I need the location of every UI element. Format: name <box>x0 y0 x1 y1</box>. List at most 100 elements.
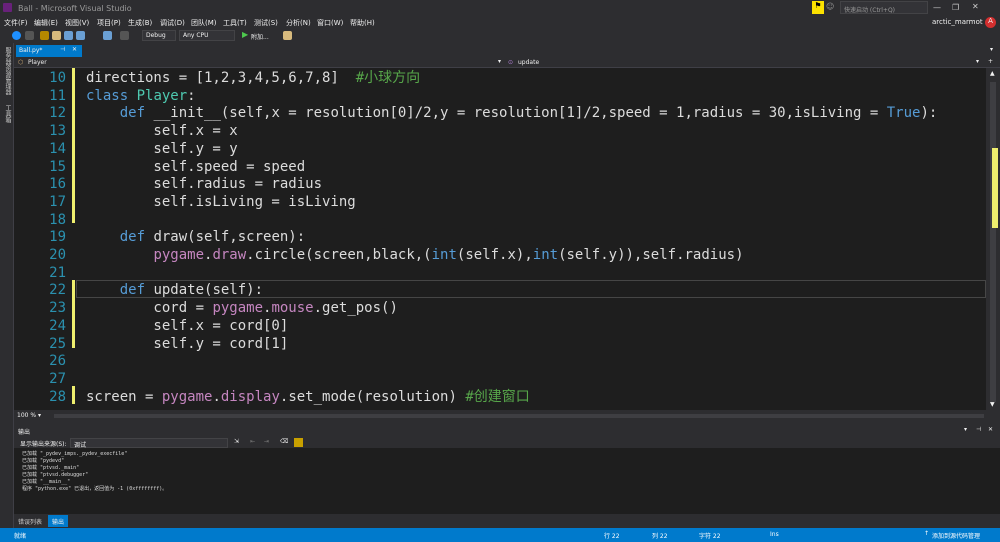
code-line: 11 class Player: <box>14 88 986 106</box>
user-name[interactable]: arctic_marmot <box>932 18 983 26</box>
platform-select[interactable]: Any CPU <box>179 30 235 41</box>
clear-all-icon[interactable]: ⌫ <box>280 438 288 445</box>
output-line: 已加载 "ptvsd.debugger" <box>22 472 89 478</box>
nav-right-dropdown-icon[interactable]: ▾ <box>976 58 979 65</box>
minimize-button[interactable]: — <box>933 3 941 12</box>
split-icon[interactable]: + <box>988 58 993 65</box>
menu-analyze[interactable]: 分析(N) <box>286 18 311 28</box>
save-all-icon[interactable] <box>76 31 85 40</box>
class-icon: ⬡ <box>18 59 24 66</box>
nav-class-select[interactable]: Player <box>28 59 47 66</box>
code-text: self.x = cord[0] <box>86 317 289 334</box>
menu-test[interactable]: 测试(S) <box>254 18 278 28</box>
nav-member-select[interactable]: update <box>518 59 539 66</box>
add-to-source-control[interactable]: 添加到源代码管理 <box>932 531 980 540</box>
start-icon[interactable]: ▶ <box>242 30 248 39</box>
output-source-bar: 显示输出来源(S): 调试 ⇲ ⇤ ⇥ ⌫ <box>14 437 1000 449</box>
attach-button[interactable]: 附加... <box>251 32 269 41</box>
menu-project[interactable]: 项目(P) <box>97 18 121 28</box>
line-number: 12 <box>49 105 66 122</box>
menu-help[interactable]: 帮助(H) <box>350 18 375 28</box>
line-number: 16 <box>49 176 66 193</box>
zoom-bar: 100 % ▾ <box>14 410 1000 422</box>
nav-left-dropdown-icon[interactable]: ▾ <box>498 58 501 65</box>
line-number: 15 <box>49 158 66 175</box>
menu-edit[interactable]: 编辑(E) <box>34 18 58 28</box>
code-line: 23 cord = pygame.mouse.get_pos() <box>14 300 986 318</box>
output-title: 输出 <box>18 429 31 436</box>
menu-tools[interactable]: 工具(T) <box>223 18 247 28</box>
redo-icon[interactable] <box>120 31 129 40</box>
menu-window[interactable]: 窗口(W) <box>317 18 343 28</box>
new-project-icon[interactable] <box>40 31 49 40</box>
zoom-level[interactable]: 100 % <box>17 412 36 419</box>
toolbox-tab[interactable]: 工具箱 <box>3 105 12 123</box>
save-icon[interactable] <box>64 31 73 40</box>
quick-launch-input[interactable]: 快速启动 (Ctrl+Q) <box>840 1 928 14</box>
scroll-down-icon[interactable]: ▼ <box>990 401 995 408</box>
line-number: 18 <box>49 211 66 228</box>
tab-ball-py[interactable]: Ball.py* ⊣ ✕ <box>16 45 82 57</box>
pin-icon[interactable]: ⊣ <box>60 46 65 53</box>
output-line: 已加载 "__main__" <box>22 479 71 485</box>
horizontal-scrollbar[interactable] <box>54 414 984 418</box>
config-select[interactable]: Debug <box>142 30 176 41</box>
code-line: 18 <box>14 212 986 230</box>
line-number: 28 <box>49 388 66 405</box>
forward-icon[interactable] <box>25 31 34 40</box>
menu-view[interactable]: 视图(V) <box>65 18 89 28</box>
status-insert-mode: Ins <box>770 531 779 538</box>
notification-flag-icon[interactable]: ⚑ <box>812 1 824 14</box>
menu-build[interactable]: 生成(B) <box>128 18 152 28</box>
feedback-icon[interactable]: ☺ <box>826 2 834 11</box>
line-number: 17 <box>49 193 66 210</box>
close-button[interactable]: ✕ <box>972 2 979 11</box>
code-editor[interactable]: 10 directions = [1,2,3,4,5,6,7,8] #小球方向 11… <box>14 68 986 410</box>
code-text: def draw(self,screen): <box>119 229 306 246</box>
status-ready: 就绪 <box>14 533 27 540</box>
code-text: self.y = y <box>86 140 238 157</box>
menu-file[interactable]: 文件(F) <box>4 18 28 28</box>
code-line: 17 self.isLiving = isLiving <box>14 194 986 212</box>
line-number: 10 <box>49 70 66 86</box>
server-explorer-tab[interactable]: 服务器资源管理器 <box>3 47 12 95</box>
code-comment: #创建窗口 <box>465 388 530 405</box>
editor-vertical-scrollbar[interactable]: ▲ ▼ <box>986 68 1000 410</box>
menu-debug[interactable]: 调试(D) <box>160 18 185 28</box>
menu-team[interactable]: 团队(M) <box>191 18 217 28</box>
prev-message-icon[interactable]: ⇤ <box>250 438 255 445</box>
output-panel-header: 输出 ▾ ⊣ ✕ <box>14 425 1000 437</box>
back-icon[interactable] <box>12 31 21 40</box>
panel-menu-icon[interactable]: ▾ <box>964 426 967 433</box>
code-text: self.isLiving = isLiving <box>86 193 356 210</box>
scrollbar-track[interactable] <box>990 82 996 402</box>
avatar[interactable]: A <box>985 17 996 28</box>
code-comment: #小球方向 <box>355 70 421 86</box>
output-line: 程序 "python.exe" 已退出，返回值为 -1 (0xffffffff)… <box>22 486 168 492</box>
undo-icon[interactable] <box>103 31 112 40</box>
panel-close-icon[interactable]: ✕ <box>988 426 993 433</box>
code-line: 10 directions = [1,2,3,4,5,6,7,8] #小球方向 <box>14 70 986 88</box>
open-file-icon[interactable] <box>52 31 61 40</box>
next-message-icon[interactable]: ⇥ <box>264 438 269 445</box>
output-text[interactable]: 已加载 "_pydev_imps._pydev_execfile" 已加载 "p… <box>14 448 1000 514</box>
maximize-button[interactable]: ❐ <box>952 3 959 12</box>
title-bar: Ball - Microsoft Visual Studio ⚑ ☺ 快速启动 … <box>0 0 1000 16</box>
status-bar: 就绪 行 22 列 22 字符 22 Ins ↑ 添加到源代码管理 <box>0 528 1000 542</box>
code-text: def __init__(self,x = resolution[0]/2,y … <box>119 105 938 122</box>
zoom-dropdown-icon[interactable]: ▾ <box>38 412 41 419</box>
find-message-icon[interactable]: ⇲ <box>234 438 239 445</box>
find-icon[interactable] <box>283 31 292 40</box>
scroll-up-icon[interactable]: ▲ <box>990 70 995 77</box>
code-text: self.y = cord[1] <box>86 335 289 352</box>
output-source-label: 显示输出来源(S): <box>20 441 67 448</box>
word-wrap-icon[interactable] <box>294 438 303 447</box>
tab-output[interactable]: 输出 <box>48 515 69 527</box>
output-source-select[interactable]: 调试 <box>70 438 228 449</box>
method-icon: ⊙ <box>508 59 514 66</box>
source-control-icon[interactable]: ↑ <box>924 530 929 537</box>
tab-error-list[interactable]: 错误列表 <box>18 517 42 526</box>
panel-pin-icon[interactable]: ⊣ <box>976 426 981 433</box>
close-tab-icon[interactable]: ✕ <box>72 46 77 53</box>
tab-overflow-icon[interactable]: ▾ <box>990 46 993 53</box>
